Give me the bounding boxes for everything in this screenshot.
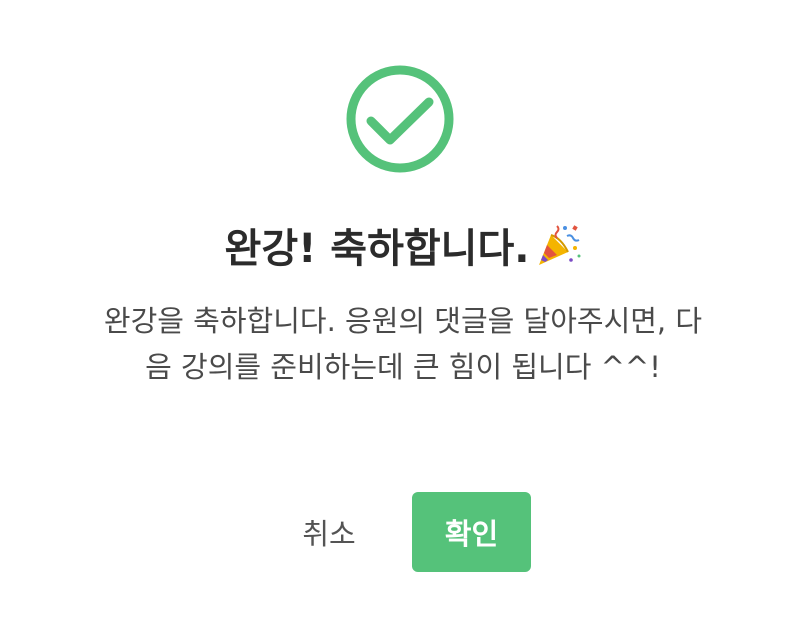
completion-dialog: 완강! 축하합니다. 완강을 축하합니다. 응원의 댓글을 달아주시면, 다음 … xyxy=(0,0,806,634)
party-popper-icon xyxy=(539,225,581,265)
dialog-title-text: 완강! 축하합니다. xyxy=(224,226,530,272)
dialog-actions: 취소 확인 xyxy=(0,492,806,572)
check-circle-icon xyxy=(346,65,454,173)
confirm-button[interactable]: 확인 xyxy=(412,492,531,572)
dialog-title: 완강! 축하합니다. xyxy=(0,222,806,275)
dialog-message: 완강을 축하합니다. 응원의 댓글을 달아주시면, 다음 강의를 준비하는데 큰… xyxy=(103,304,703,384)
cancel-button[interactable]: 취소 xyxy=(283,492,375,572)
